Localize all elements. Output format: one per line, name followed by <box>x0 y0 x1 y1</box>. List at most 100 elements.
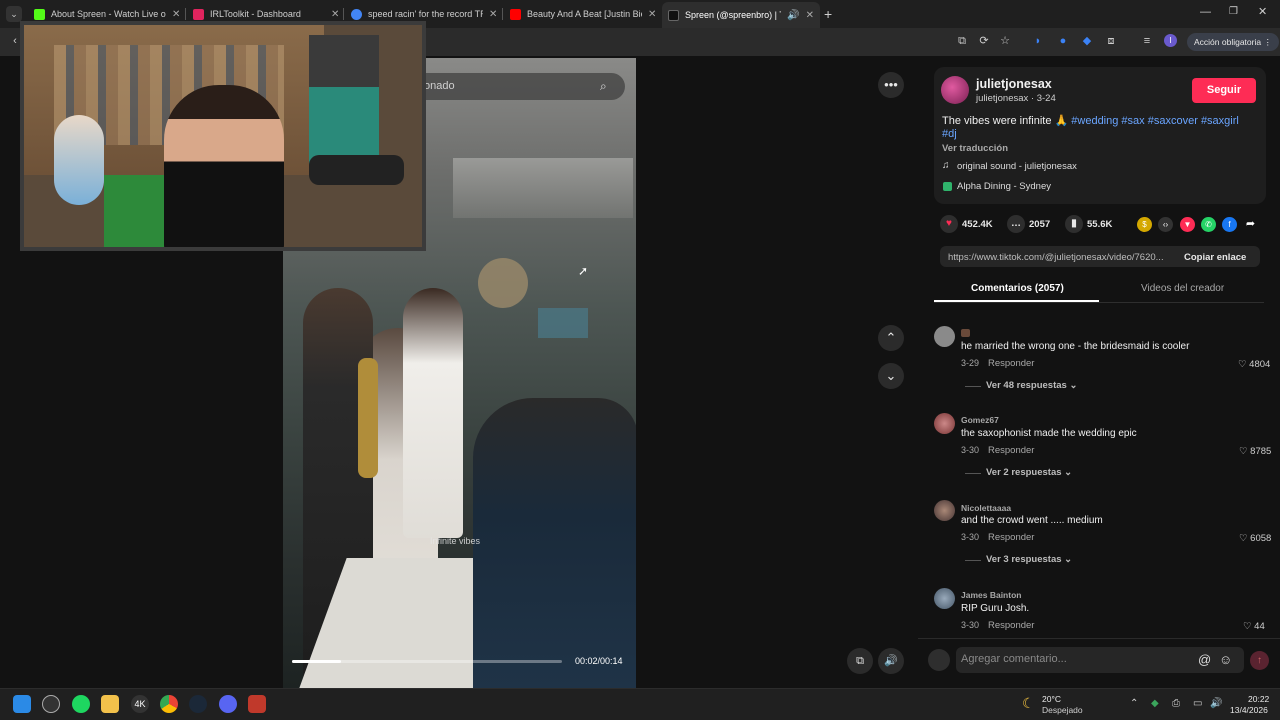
location-link[interactable]: Alpha Dining - Sydney <box>957 181 1051 192</box>
profile-icon[interactable]: I <box>1164 34 1177 47</box>
comment-like[interactable]: ♡ 44 <box>1243 621 1265 632</box>
follow-button[interactable]: Seguir <box>1192 78 1256 103</box>
speaker-icon[interactable]: 🔊 <box>787 10 799 21</box>
comment-like[interactable]: ♡ 6058 <box>1239 533 1271 544</box>
reply-button[interactable]: Responder <box>988 358 1034 369</box>
close-icon[interactable]: ✕ <box>806 10 814 21</box>
steam-icon[interactable] <box>189 695 207 713</box>
comment-like[interactable]: ♡ 8785 <box>1239 446 1271 457</box>
saxophone <box>358 358 378 478</box>
bookmark-star-icon[interactable]: ☆ <box>998 34 1012 48</box>
reading-list-icon[interactable]: ≡ <box>1140 34 1154 48</box>
chrome-icon[interactable] <box>160 695 178 713</box>
windows-start-icon[interactable] <box>13 695 31 713</box>
commenter-avatar[interactable] <box>934 413 955 434</box>
tab-comments[interactable]: Comentarios (2057) <box>971 283 1064 294</box>
search-input[interactable]: onado <box>424 80 455 92</box>
tab-creator-videos[interactable]: Videos del creador <box>1141 283 1224 294</box>
commenter-avatar[interactable] <box>934 588 955 609</box>
reply-button[interactable]: Responder <box>988 620 1034 631</box>
view-replies-button[interactable]: Ver 2 respuestas ⌄ <box>986 467 1072 478</box>
comment-like[interactable]: ♡ 4804 <box>1238 359 1270 370</box>
emoji-icon[interactable]: ☺ <box>1219 652 1232 667</box>
close-window-icon[interactable]: ✕ <box>1258 5 1267 18</box>
see-translation-link[interactable]: Ver traducción <box>942 143 1008 154</box>
mention-icon[interactable]: @ <box>1198 652 1211 667</box>
whatsapp-icon[interactable]: ✆ <box>1201 217 1216 232</box>
commenter-avatar[interactable] <box>934 326 955 347</box>
close-icon[interactable]: ✕ <box>489 9 497 20</box>
spotify-icon[interactable] <box>72 695 90 713</box>
creator-avatar[interactable] <box>941 76 969 104</box>
clock-date[interactable]: 13/4/2026 <box>1230 705 1268 715</box>
previous-video-button[interactable]: ⌃ <box>878 325 904 351</box>
comment-button[interactable]: … 2057 <box>1007 215 1050 233</box>
next-video-button[interactable]: ⌄ <box>878 363 904 389</box>
search-icon[interactable]: ⌕ <box>600 79 607 94</box>
extension-blue-icon[interactable]: ◗ <box>1031 34 1045 48</box>
video-progress-bar[interactable] <box>292 660 562 663</box>
send-share-icon[interactable]: ▼ <box>1180 217 1195 232</box>
view-replies-button[interactable]: Ver 48 respuestas ⌄ <box>986 380 1077 391</box>
maximize-icon[interactable]: ❐ <box>1229 6 1238 17</box>
close-icon[interactable]: ✕ <box>172 9 180 20</box>
video-link[interactable]: https://www.tiktok.com/@julietjonesax/vi… <box>948 252 1173 263</box>
weather-description[interactable]: Despejado <box>1042 705 1083 715</box>
install-icon[interactable]: ⟳ <box>977 34 991 48</box>
network-icon[interactable]: ▭ <box>1193 698 1202 709</box>
commenter-name[interactable]: Nicolettaaaa <box>961 503 1011 513</box>
commenter-avatar[interactable] <box>934 500 955 521</box>
more-options-button[interactable]: ••• <box>878 72 904 98</box>
tab-search-button[interactable]: ⌄ <box>6 6 22 22</box>
hashtag[interactable]: #wedding <box>1071 115 1118 127</box>
clock-time[interactable]: 20:22 <box>1248 694 1269 704</box>
view-replies-button[interactable]: Ver 3 respuestas ⌄ <box>986 554 1072 565</box>
new-tab-button[interactable]: + <box>824 6 832 22</box>
comment-date: 3-29 <box>961 358 980 368</box>
obs-icon[interactable] <box>42 695 60 713</box>
creator-username[interactable]: julietjonesax <box>976 77 1052 91</box>
facebook-icon[interactable]: f <box>1222 217 1237 232</box>
like-button[interactable]: ♥ 452.4K <box>940 215 993 233</box>
picture-in-picture-button[interactable]: ⧉ <box>847 648 873 674</box>
tray-shield-icon[interactable]: ◆ <box>1151 698 1159 709</box>
tray-app-icon[interactable]: ⎙ <box>1172 698 1180 709</box>
extensions-puzzle-icon[interactable]: ⧈ <box>1104 34 1118 48</box>
copy-link-button[interactable]: Copiar enlace <box>1184 252 1246 263</box>
commenter-name[interactable]: Gomez67 <box>961 415 999 425</box>
reply-button[interactable]: Responder <box>988 532 1034 543</box>
extension-translate-icon[interactable]: ◆ <box>1080 34 1094 48</box>
volume-button[interactable]: 🔊 <box>878 648 904 674</box>
tab-youtube[interactable]: Beauty And A Beat [Justin Bieb ✕ <box>504 4 662 24</box>
4k-app-icon[interactable]: 4K <box>131 695 149 713</box>
tab-title: Spreen (@spreenbro) | TikTo <box>685 10 781 20</box>
embed-icon[interactable]: ‹› <box>1158 217 1173 232</box>
cursor-icon: ➚ <box>578 264 589 278</box>
app-icon[interactable] <box>248 695 266 713</box>
coin-share-icon[interactable]: $ <box>1137 217 1152 232</box>
comment-count: 2057 <box>1029 218 1051 230</box>
action-required-button[interactable]: Acción obligatoria ⋮ <box>1187 33 1279 51</box>
file-explorer-icon[interactable] <box>101 695 119 713</box>
tab-tiktok[interactable]: Spreen (@spreenbro) | TikTo 🔊 ✕ <box>662 2 820 28</box>
weather-temperature[interactable]: 20°C <box>1042 694 1061 704</box>
tray-chevron-icon[interactable]: ⌃ <box>1130 698 1138 709</box>
hashtag[interactable]: #sax <box>1121 115 1144 127</box>
close-icon[interactable]: ✕ <box>331 9 339 20</box>
minimize-icon[interactable]: — <box>1200 6 1211 18</box>
reply-button[interactable]: Responder <box>988 445 1034 456</box>
save-button[interactable]: ▮ 55.6K <box>1065 215 1112 233</box>
translate-icon[interactable]: ⧉ <box>955 34 969 48</box>
comment-input[interactable]: Agregar comentario... <box>961 653 1067 665</box>
discord-icon[interactable] <box>219 695 237 713</box>
close-icon[interactable]: ✕ <box>648 9 656 20</box>
share-arrow-icon[interactable]: ➦ <box>1243 217 1258 232</box>
hashtag[interactable]: #saxgirl <box>1201 115 1239 127</box>
volume-icon[interactable]: 🔊 <box>1210 698 1222 709</box>
commenter-name[interactable]: James Bainton <box>961 590 1021 600</box>
sound-link[interactable]: original sound - julietjonesax <box>957 161 1077 172</box>
hashtag[interactable]: #saxcover <box>1148 115 1198 127</box>
post-comment-button[interactable]: ↑ <box>1250 651 1269 670</box>
extension-shield-icon[interactable]: ● <box>1056 34 1070 48</box>
hashtag[interactable]: #dj <box>942 128 957 140</box>
